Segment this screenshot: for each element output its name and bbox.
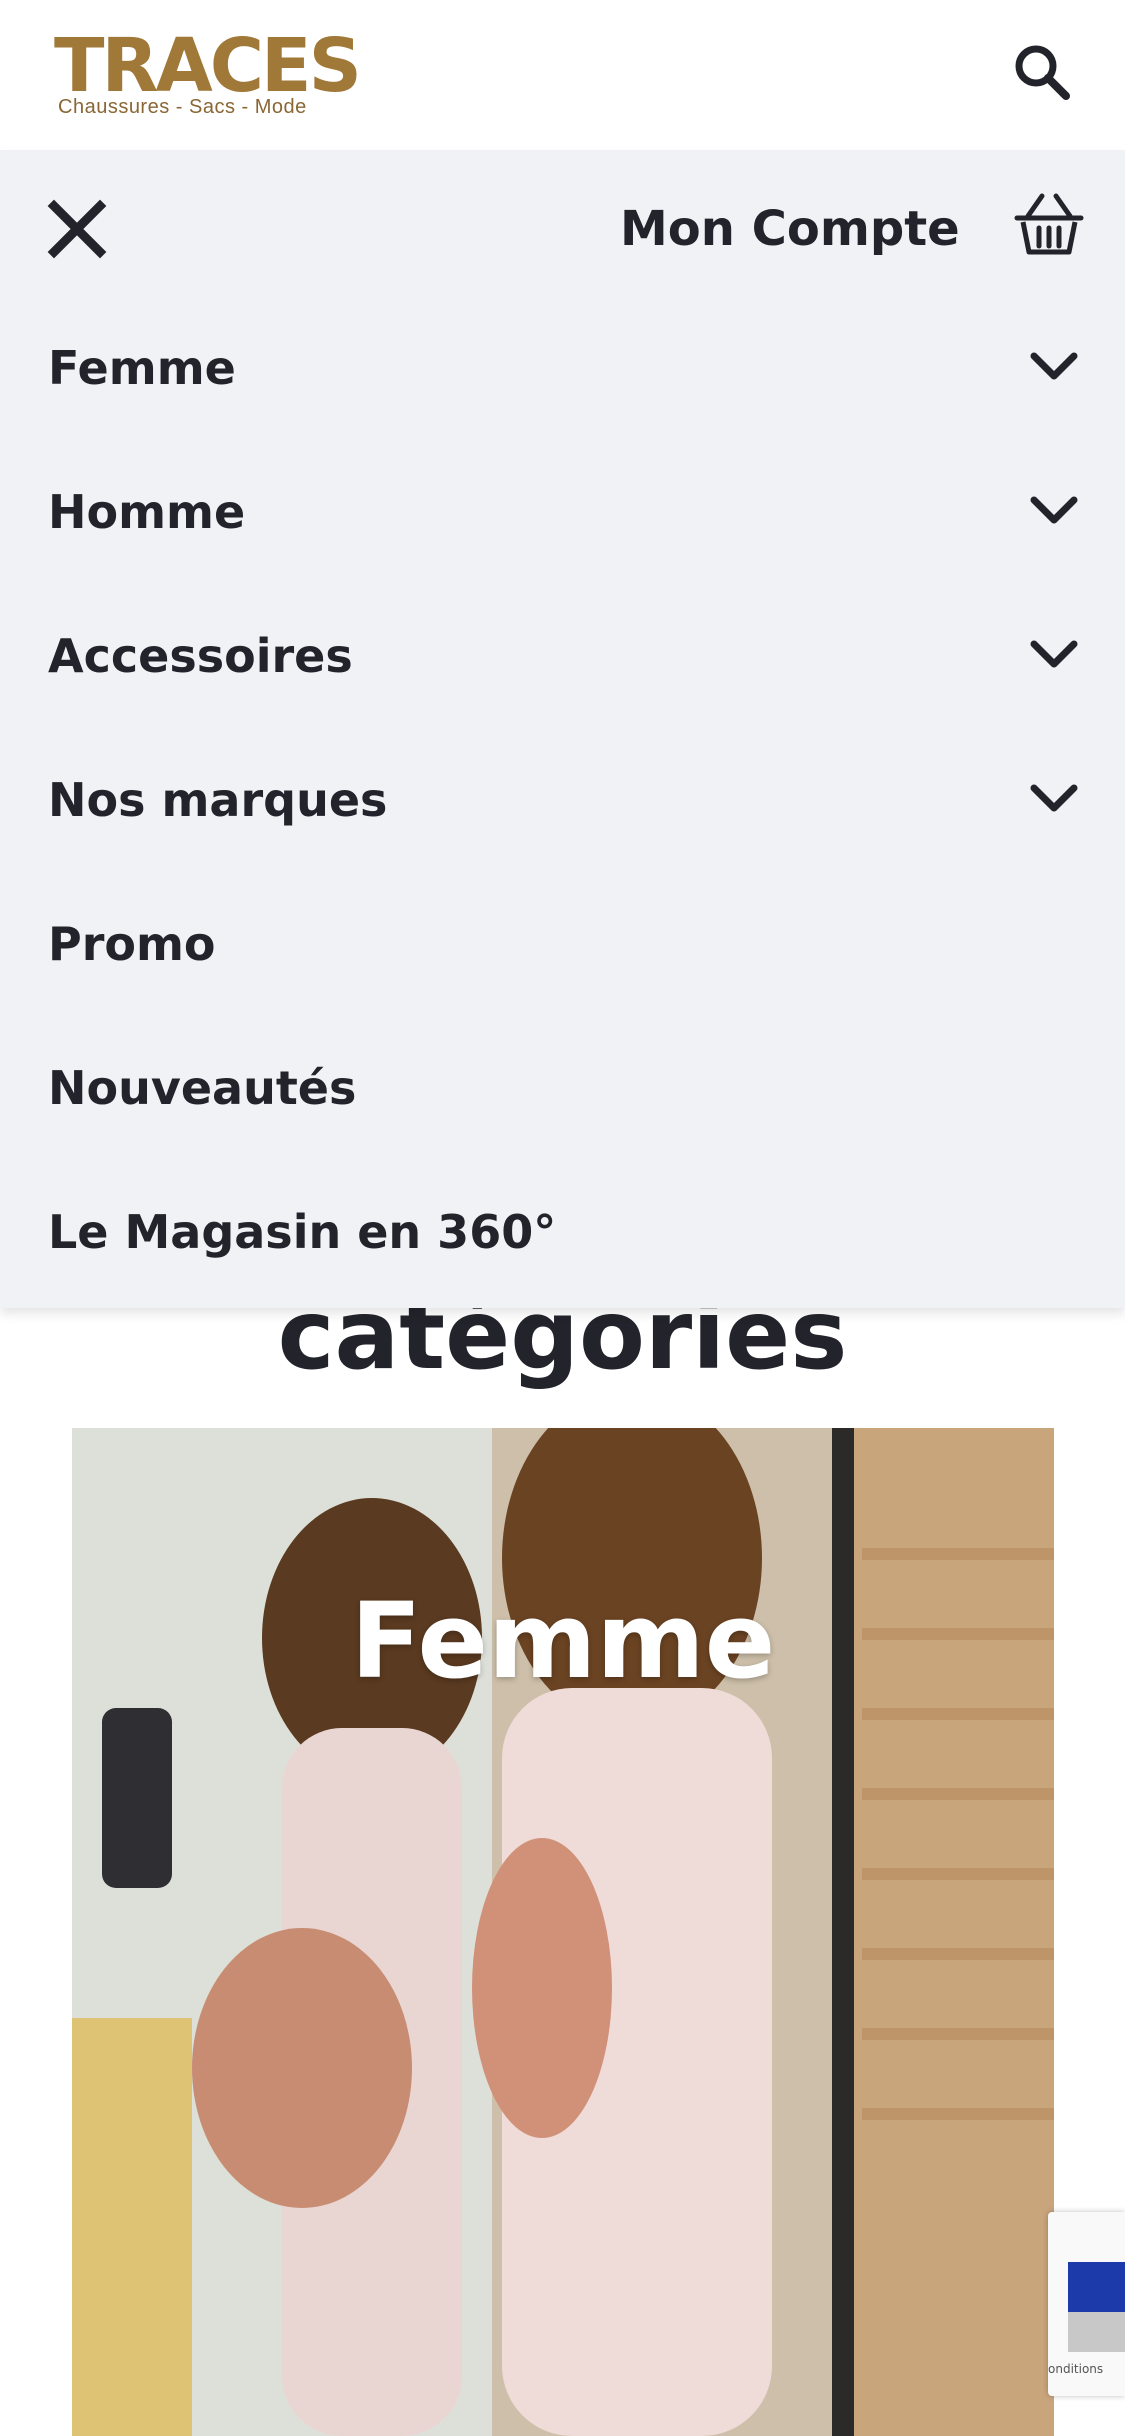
menu-item-label: Femme: [48, 341, 236, 395]
nav-drawer: Mon Compte Femme Homme Accessoires Nos m…: [0, 150, 1125, 1308]
category-card-femme[interactable]: Femme: [72, 1428, 1054, 2436]
menu-item-nouveautes[interactable]: Nouveautés: [0, 1016, 1125, 1160]
basket-icon[interactable]: [1014, 192, 1084, 258]
menu-item-magasin-360[interactable]: Le Magasin en 360°: [0, 1160, 1125, 1304]
chevron-down-icon[interactable]: [1028, 346, 1080, 386]
chevron-down-icon[interactable]: [1028, 490, 1080, 530]
close-icon[interactable]: [44, 196, 110, 262]
menu-item-femme[interactable]: Femme: [0, 296, 1125, 440]
menu-item-label: Homme: [48, 485, 246, 539]
site-header: TRACES Chaussures - Sacs - Mode: [0, 0, 1125, 150]
category-title: Femme: [350, 1580, 776, 1702]
chevron-down-icon[interactable]: [1028, 778, 1080, 818]
menu-item-label: Promo: [48, 917, 216, 971]
menu-item-homme[interactable]: Homme: [0, 440, 1125, 584]
menu-item-label: Le Magasin en 360°: [48, 1205, 557, 1259]
recaptcha-icon: [1068, 2262, 1125, 2352]
menu-item-label: Nouveautés: [48, 1061, 357, 1115]
menu-item-label: Accessoires: [48, 629, 353, 683]
menu-item-label: Nos marques: [48, 773, 388, 827]
menu-item-promo[interactable]: Promo: [0, 872, 1125, 1016]
logo-wordmark: TRACES: [54, 23, 362, 109]
logo-tagline: Chaussures - Sacs - Mode: [58, 96, 307, 118]
recaptcha-badge[interactable]: onditions: [1048, 2212, 1125, 2396]
search-icon[interactable]: [1010, 40, 1074, 104]
menu-item-accessoires[interactable]: Accessoires: [0, 584, 1125, 728]
menu-item-nos-marques[interactable]: Nos marques: [0, 728, 1125, 872]
account-link[interactable]: Mon Compte: [620, 194, 960, 264]
recaptcha-text: onditions: [1048, 2362, 1104, 2376]
logo[interactable]: TRACES Chaussures - Sacs - Mode: [54, 26, 362, 126]
chevron-down-icon[interactable]: [1028, 634, 1080, 674]
